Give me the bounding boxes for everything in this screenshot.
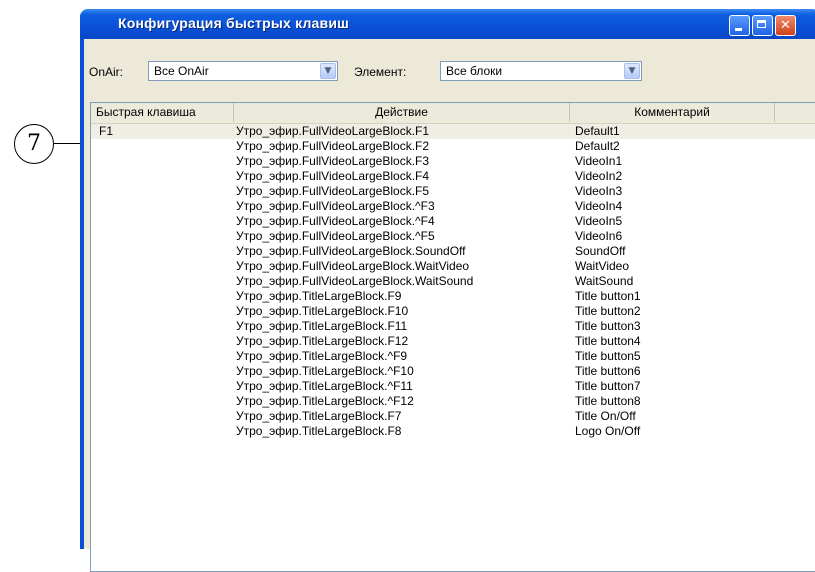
table-row[interactable]: Утро_эфир.TitleLargeBlock.F9 Title button… [91, 289, 815, 304]
table-row[interactable]: Утро_эфир.TitleLargeBlock.F7 Title On/Off [91, 409, 815, 424]
table-row[interactable]: Утро_эфир.FullVideoLargeBlock.SoundOff So… [91, 244, 815, 259]
table-row[interactable]: Утро_эфир.TitleLargeBlock.F12 Title butto… [91, 334, 815, 349]
action-cell: Утро_эфир.TitleLargeBlock.F12 [236, 334, 409, 348]
comment-cell: Title button1 [575, 289, 641, 303]
table-row[interactable]: Утро_эфир.FullVideoLargeBlock.WaitSound W… [91, 274, 815, 289]
action-cell: Утро_эфир.TitleLargeBlock.F8 [236, 424, 402, 438]
table-row[interactable]: Утро_эфир.FullVideoLargeBlock.^F3 VideoIn… [91, 199, 815, 214]
close-button[interactable] [775, 15, 796, 36]
table-row[interactable]: Утро_эфир.FullVideoLargeBlock.F3 VideoIn1 [91, 154, 815, 169]
comment-cell: VideoIn6 [575, 229, 623, 243]
hotkey-list[interactable]: Быстрая клавиша Действие Комментарий F1 У… [90, 102, 815, 572]
list-header: Быстрая клавиша Действие Комментарий [91, 103, 815, 124]
table-row[interactable]: Утро_эфир.FullVideoLargeBlock.^F5 VideoIn… [91, 229, 815, 244]
table-row[interactable]: Утро_эфир.TitleLargeBlock.^F10 Title butt… [91, 364, 815, 379]
action-cell: Утро_эфир.TitleLargeBlock.F11 [236, 319, 408, 333]
comment-cell: Title button6 [575, 364, 641, 378]
action-cell: Утро_эфир.FullVideoLargeBlock.F1 [236, 124, 430, 138]
action-cell: Утро_эфир.TitleLargeBlock.F9 [236, 289, 402, 303]
table-row[interactable]: Утро_эфир.FullVideoLargeBlock.F2 Default2 [91, 139, 815, 154]
action-cell: Утро_эфир.FullVideoLargeBlock.WaitSound [236, 274, 474, 288]
action-cell: Утро_эфир.TitleLargeBlock.^F11 [236, 379, 413, 393]
table-row[interactable]: Утро_эфир.TitleLargeBlock.^F12 Title butt… [91, 394, 815, 409]
action-cell: Утро_эфир.FullVideoLargeBlock.SoundOff [236, 244, 466, 258]
comment-cell: Default1 [575, 124, 620, 138]
table-row[interactable]: Утро_эфир.FullVideoLargeBlock.F4 VideoIn2 [91, 169, 815, 184]
hotkey-cell: F1 [99, 124, 114, 138]
action-cell: Утро_эфир.TitleLargeBlock.^F9 [236, 349, 408, 363]
table-row[interactable]: Утро_эфир.TitleLargeBlock.^F9 Title butto… [91, 349, 815, 364]
action-cell: Утро_эфир.TitleLargeBlock.^F12 [236, 394, 414, 408]
action-cell: Утро_эфир.FullVideoLargeBlock.F3 [236, 154, 430, 168]
window-title: Конфигурация быстрых клавиш [118, 15, 350, 31]
comment-cell: VideoIn1 [575, 154, 623, 168]
chevron-down-icon[interactable]: ▼ [320, 63, 336, 79]
maximize-button[interactable] [752, 15, 773, 36]
onair-label: OnAir: [89, 65, 124, 79]
table-row[interactable]: Утро_эфир.FullVideoLargeBlock.F5 VideoIn3 [91, 184, 815, 199]
action-cell: Утро_эфир.FullVideoLargeBlock.^F5 [236, 229, 435, 243]
action-cell: Утро_эфир.TitleLargeBlock.^F10 [236, 364, 414, 378]
onair-select[interactable]: Все OnAir ▼ [148, 61, 338, 81]
table-row[interactable]: Утро_эфир.FullVideoLargeBlock.^F4 VideoIn… [91, 214, 815, 229]
element-label: Элемент: [354, 65, 407, 79]
window-client-area: OnAir: Все OnAir ▼ Элемент: Все блоки ▼ … [84, 39, 815, 572]
comment-cell: Title button2 [575, 304, 641, 318]
action-cell: Утро_эфир.FullVideoLargeBlock.^F4 [236, 214, 435, 228]
comment-cell: Default2 [575, 139, 620, 153]
action-cell: Утро_эфир.FullVideoLargeBlock.^F3 [236, 199, 435, 213]
onair-select-value: Все OnAir [154, 64, 209, 78]
table-row[interactable]: Утро_эфир.TitleLargeBlock.^F11 Title butt… [91, 379, 815, 394]
comment-cell: Title button4 [575, 334, 641, 348]
comment-cell: Title button5 [575, 349, 641, 363]
callout-marker: 7 [14, 124, 54, 164]
table-row[interactable]: Утро_эфир.TitleLargeBlock.F8 Logo On/Off [91, 424, 815, 439]
table-row-selected[interactable]: F1 Утро_эфир.FullVideoLargeBlock.F1 Defaul… [91, 124, 815, 139]
action-cell: Утро_эфир.FullVideoLargeBlock.WaitVideo [236, 259, 470, 273]
comment-cell: Logo On/Off [575, 424, 641, 438]
comment-cell: Title button7 [575, 379, 641, 393]
comment-cell: SoundOff [575, 244, 626, 258]
action-cell: Утро_эфир.TitleLargeBlock.F10 [236, 304, 409, 318]
minimize-button[interactable] [729, 15, 750, 36]
comment-cell: Title On/Off [575, 409, 636, 423]
action-cell: Утро_эфир.FullVideoLargeBlock.F2 [236, 139, 430, 153]
table-row[interactable]: Утро_эфир.FullVideoLargeBlock.WaitVideo W… [91, 259, 815, 274]
table-row[interactable]: Утро_эфир.TitleLargeBlock.F11 Title butto… [91, 319, 815, 334]
chevron-down-icon[interactable]: ▼ [624, 63, 640, 79]
title-bar[interactable]: Конфигурация быстрых клавиш [80, 9, 815, 39]
comment-cell: WaitVideo [575, 259, 630, 273]
column-header-action[interactable]: Действие [234, 103, 570, 122]
action-cell: Утро_эфир.FullVideoLargeBlock.F4 [236, 169, 430, 183]
comment-cell: WaitSound [575, 274, 634, 288]
column-header-hotkey[interactable]: Быстрая клавиша [91, 103, 234, 122]
comment-cell: Title button8 [575, 394, 641, 408]
comment-cell: VideoIn4 [575, 199, 623, 213]
action-cell: Утро_эфир.FullVideoLargeBlock.F5 [236, 184, 430, 198]
element-select[interactable]: Все блоки ▼ [440, 61, 642, 81]
hotkey-config-window: Конфигурация быстрых клавиш OnAir: Все O… [80, 9, 815, 572]
comment-cell: Title button3 [575, 319, 641, 333]
column-header-comment[interactable]: Комментарий [570, 103, 775, 122]
comment-cell: VideoIn3 [575, 184, 623, 198]
list-rows: F1 Утро_эфир.FullVideoLargeBlock.F1 Defaul… [91, 124, 815, 439]
element-select-value: Все блоки [446, 64, 503, 78]
action-cell: Утро_эфир.TitleLargeBlock.F7 [236, 409, 402, 423]
table-row[interactable]: Утро_эфир.TitleLargeBlock.F10 Title butto… [91, 304, 815, 319]
comment-cell: VideoIn5 [575, 214, 623, 228]
comment-cell: VideoIn2 [575, 169, 623, 183]
